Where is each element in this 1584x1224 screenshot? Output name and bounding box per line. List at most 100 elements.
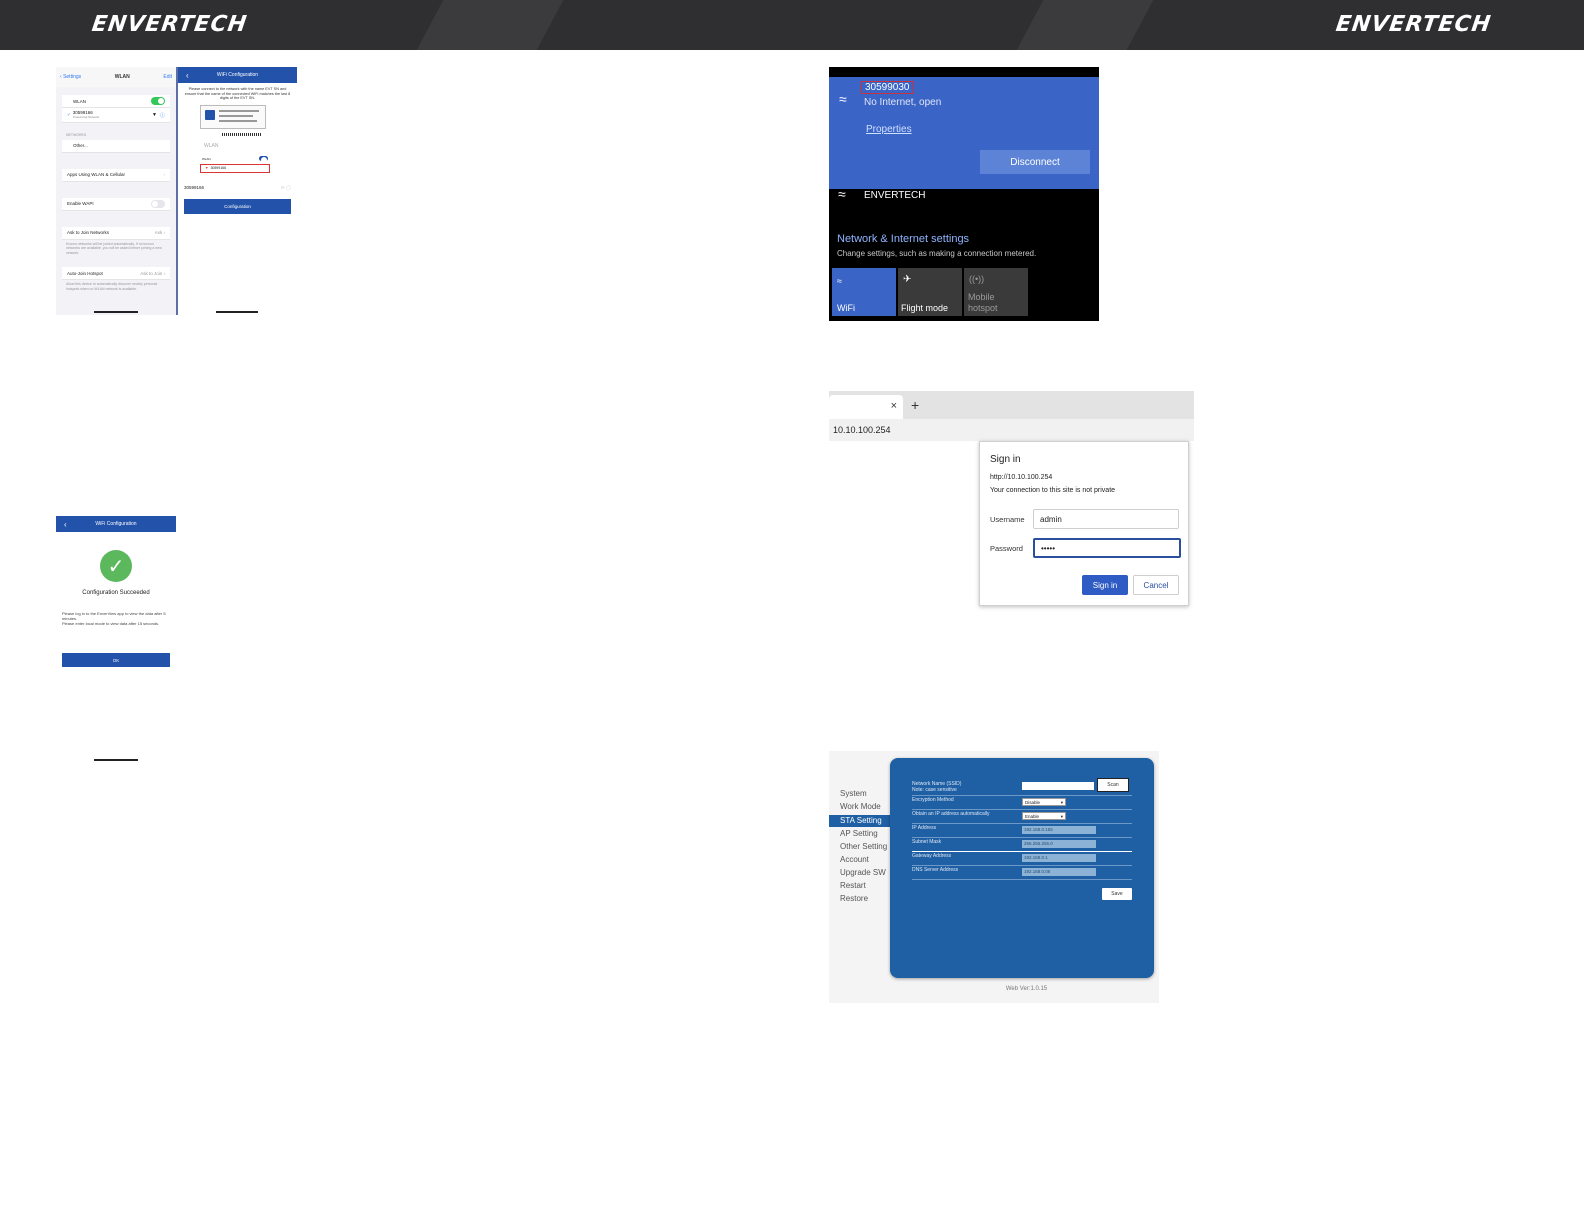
ok-button[interactable]: OK — [62, 653, 170, 667]
dhcp-row: Obtain an IP address automatically Enabl… — [912, 811, 1132, 824]
connected-sub: Unsecured Network — [72, 115, 100, 119]
menu-account[interactable]: Account — [840, 855, 869, 864]
username-field[interactable]: admin — [1033, 509, 1179, 529]
tab-strip: × + — [829, 391, 1194, 419]
ssid-label: Network Name (SSID) Note: case sensitive — [912, 781, 961, 793]
configuration-button[interactable]: Configuration — [184, 198, 291, 214]
refresh-icon[interactable]: ⟳ ◯ — [281, 185, 291, 191]
info-icon[interactable]: ⓘ — [160, 112, 165, 119]
active-tab[interactable]: × — [829, 395, 903, 419]
current-ssid-row: 30599166 ⟳ ◯ — [178, 183, 297, 193]
connected-network-row[interactable]: ✓ 30599166 Unsecured Network ▼ ⓘ — [62, 108, 170, 123]
signin-dialog: Sign in http://10.10.100.254 Your connec… — [979, 441, 1189, 606]
apps-using-row[interactable]: Apps Using WLAN & Cellular › — [62, 168, 170, 182]
settings-back-link[interactable]: ‹ Settings — [60, 74, 81, 80]
dns-input[interactable]: 192.168.0.06 — [1022, 868, 1096, 876]
illustration-wlan-small: WLAN — [202, 156, 211, 161]
wlan-title: WLAN — [114, 74, 130, 80]
properties-link[interactable]: Properties — [866, 124, 912, 135]
success-heading: Configuration Succeeded — [82, 590, 150, 596]
wifi-config-title: WiFi Configuration — [216, 72, 259, 78]
connected-ssid-win: 30599030 — [861, 81, 914, 94]
menu-other-setting[interactable]: Other Setting — [840, 842, 887, 851]
wlan-toggle[interactable] — [151, 97, 165, 105]
mask-input[interactable]: 255.255.255.0 — [1022, 840, 1096, 848]
wapi-toggle[interactable] — [151, 199, 165, 208]
envertech-logo-left: ENVERTECH — [90, 12, 249, 37]
edit-link[interactable]: Edit — [163, 74, 172, 80]
config-success-title: WiFi Configuration — [95, 521, 137, 527]
ask-value: Ask — [154, 230, 163, 235]
tile-wifi-label: WiFi — [837, 303, 855, 313]
encryption-row: Encryption Method Disable ▾ — [912, 797, 1132, 810]
tile-mobile-hotspot[interactable]: ((•)) Mobile hotspot — [964, 268, 1028, 316]
tile-wifi[interactable]: ≈ WiFi — [832, 268, 896, 316]
config-success-nav: ‹ WiFi Configuration — [56, 516, 176, 532]
tile-wifi-icon: ≈ — [837, 276, 842, 286]
ssid-note: Note: case sensitive — [912, 787, 957, 793]
menu-ap-setting[interactable]: AP Setting — [840, 829, 878, 838]
tile-flight-mode[interactable]: ✈ Flight mode — [898, 268, 962, 316]
username-label: Username — [990, 515, 1025, 524]
menu-upgrade-sw[interactable]: Upgrade SW — [840, 868, 886, 877]
back-chevron-icon-2[interactable]: ‹ — [64, 520, 67, 529]
networks-header: NETWORKS — [66, 133, 87, 137]
gateway-label: Gateway Address — [912, 853, 952, 859]
ip-input[interactable]: 192.168.0.155 — [1022, 826, 1096, 834]
password-label: Password — [990, 544, 1023, 553]
wlan-toggle-row[interactable]: WLAN — [62, 95, 170, 108]
enable-wapi-label: Enable WAPI — [67, 201, 94, 206]
ask-to-join-row[interactable]: Ask to Join Networks Ask › — [62, 226, 170, 240]
wifi-config-instructions: Please connect to the network with the n… — [184, 87, 291, 101]
success-msg-2: Please enter local mode to view data aft… — [62, 621, 160, 626]
dhcp-label: Obtain an IP address automatically — [912, 811, 990, 817]
ssid-input[interactable] — [1022, 782, 1094, 790]
ask-to-join-label: Ask to Join Networks — [67, 230, 110, 235]
back-chevron-icon[interactable]: ‹ — [186, 71, 189, 80]
menu-sta-setting: STA Setting — [840, 816, 882, 825]
sign-in-button[interactable]: Sign in — [1082, 575, 1128, 595]
wifi-signal-icon: ≈ — [839, 91, 847, 107]
menu-restart[interactable]: Restart — [840, 881, 866, 890]
dns-row: DNS Server Address 192.168.0.06 — [912, 867, 1132, 880]
dhcp-select[interactable]: Enable ▾ — [1022, 812, 1066, 820]
auto-join-description: Allow this device to automatically disco… — [66, 282, 158, 291]
web-version: Web Ver:1.0.15 — [1005, 986, 1048, 992]
windows-network-flyout: ≈ 30599030 No Internet, open Properties … — [829, 67, 1099, 321]
ios-nav-bar: ‹ Settings WLAN Edit — [56, 67, 176, 87]
signin-title: Sign in — [990, 454, 1021, 465]
password-field[interactable]: ••••• — [1033, 538, 1181, 558]
scan-button[interactable]: Scan — [1097, 778, 1129, 792]
signin-warning: Your connection to this site is not priv… — [990, 487, 1116, 494]
save-button[interactable]: Save — [1102, 888, 1132, 900]
menu-restore[interactable]: Restore — [840, 894, 868, 903]
cancel-button[interactable]: Cancel — [1133, 575, 1179, 595]
disconnect-button[interactable]: Disconnect — [980, 150, 1090, 174]
address-bar[interactable]: 10.10.100.254 — [829, 419, 1194, 441]
other-network-name[interactable]: ENVERTECH — [864, 190, 926, 201]
other-network-row[interactable]: Other... — [62, 139, 170, 153]
home-indicator-3 — [94, 759, 138, 761]
menu-sta-setting-active[interactable]: STA Setting — [829, 815, 890, 827]
auto-join-label: Auto-Join Hotspot — [67, 270, 103, 276]
enable-wapi-row[interactable]: Enable WAPI — [62, 197, 170, 211]
new-tab-icon[interactable]: + — [911, 397, 919, 413]
apps-using-label: Apps Using WLAN & Cellular — [67, 172, 126, 177]
wifi-config-screen: ‹ WiFi Configuration Please connect to t… — [176, 67, 297, 315]
encryption-select[interactable]: Disable ▾ — [1022, 798, 1066, 806]
wlan-label: WLAN — [73, 98, 87, 104]
ask-description: Known networks will be joined automatica… — [66, 241, 162, 255]
illustration-toggle — [259, 156, 268, 164]
close-tab-icon[interactable]: × — [891, 400, 897, 412]
network-settings-link[interactable]: Network & Internet settings — [837, 233, 969, 245]
home-indicator — [94, 311, 138, 313]
menu-work-mode[interactable]: Work Mode — [840, 802, 881, 811]
tile-hotspot-label: Mobile hotspot — [968, 292, 998, 313]
illustration-wlan-label: WLAN — [204, 142, 219, 149]
home-indicator-2 — [216, 311, 258, 313]
menu-system[interactable]: System — [840, 789, 867, 798]
sta-setting-panel: Network Name (SSID) Note: case sensitive… — [890, 758, 1154, 978]
auto-join-row[interactable]: Auto-Join Hotspot Ask to Join › — [62, 267, 170, 280]
airplane-icon: ✈ — [903, 274, 912, 285]
gateway-input[interactable]: 192.168.0.1 — [1022, 854, 1096, 862]
